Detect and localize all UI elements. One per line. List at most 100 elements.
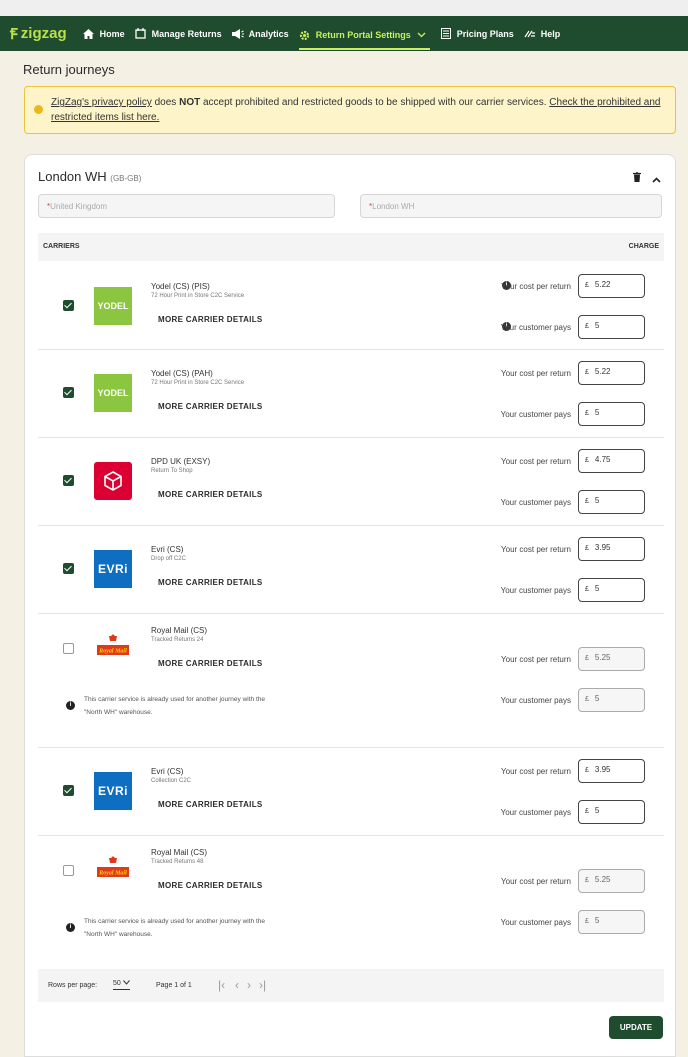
pays-input[interactable]: £5 [578, 402, 645, 426]
alert-text-2: accept prohibited and restricted goods t… [200, 97, 550, 108]
nav-return-portal-settings[interactable]: Return Portal Settings [298, 22, 430, 50]
zigzag-logo[interactable]: Ꞙ zigzag [10, 24, 67, 44]
currency-symbol: £ [585, 545, 589, 552]
carrier-name: Royal Mail (CS) [151, 848, 208, 857]
carrier-checkbox[interactable] [63, 563, 74, 574]
more-carrier-details-link[interactable]: MORE CARRIER DETAILS [158, 578, 263, 587]
carrier-checkbox[interactable] [63, 643, 74, 654]
carrier-service: Drop off C2C [151, 556, 186, 562]
help-icon [524, 28, 536, 40]
more-carrier-details-link[interactable]: MORE CARRIER DETAILS [158, 800, 263, 809]
pays-input[interactable]: £5 [578, 578, 645, 602]
currency-symbol: £ [585, 586, 589, 593]
royal-mail-logo: Royal Mail [94, 851, 132, 889]
carrier-name: Yodel (CS) (PAH) [151, 369, 213, 378]
royal-mail-logo-text: Royal Mail [98, 871, 127, 877]
cost-label: Your cost per return [501, 877, 571, 886]
currency-symbol: £ [585, 410, 589, 417]
more-carrier-details-link[interactable]: MORE CARRIER DETAILS [158, 659, 263, 668]
update-button[interactable]: UPDATE [609, 1016, 663, 1039]
cost-label: Your cost per return [501, 369, 571, 378]
more-carrier-details-link[interactable]: MORE CARRIER DETAILS [158, 402, 263, 411]
cost-input[interactable]: £3.95 [578, 759, 645, 783]
evri-logo: EVRi [94, 772, 132, 810]
royal-mail-logo: Royal Mail [94, 629, 132, 667]
carrier-row: EVRi Evri (CS) Collection C2C MORE CARRI… [38, 748, 664, 836]
pays-label: Your customer pays [500, 918, 571, 927]
more-carrier-details-link[interactable]: MORE CARRIER DETAILS [158, 490, 263, 499]
journey-card: London WH (GB-GB) *United Kingdom *Londo… [24, 154, 676, 1057]
privacy-policy-link[interactable]: ZigZag's privacy policy [51, 97, 152, 108]
top-nav: Ꞙ zigzag Home Manage Returns Analytics R… [0, 16, 688, 51]
rows-per-page-label: Rows per page: [48, 982, 98, 989]
cost-value: 4.75 [594, 455, 611, 464]
cost-label: Your cost per return [501, 655, 571, 664]
cost-input[interactable]: £4.75 [578, 449, 645, 473]
alert-text-1: does [151, 97, 180, 108]
pays-input: £5 [578, 688, 645, 712]
page-indicator: Page 1 of 1 [156, 982, 192, 989]
nav-manage-returns-label: Manage Returns [151, 28, 222, 39]
carrier-checkbox[interactable] [63, 300, 74, 311]
currency-symbol: £ [585, 767, 589, 774]
carrier-checkbox[interactable] [63, 785, 74, 796]
cost-value: 5.25 [594, 653, 611, 662]
cost-input[interactable]: £5.22 [578, 361, 645, 385]
nav-analytics[interactable]: Analytics [231, 16, 289, 51]
cost-input[interactable]: £3.95 [578, 537, 645, 561]
info-icon: i [66, 923, 75, 932]
warning-line-1: This carrier service is already used for… [84, 696, 265, 703]
pays-input[interactable]: £5 [578, 315, 645, 339]
nav-pricing-plans[interactable]: Pricing Plans [440, 16, 514, 51]
pays-label: Your customer pays [500, 808, 571, 817]
warehouse-placeholder: London WH [372, 202, 415, 211]
currency-symbol: £ [585, 877, 589, 884]
trash-icon[interactable] [633, 169, 641, 187]
first-page-icon[interactable]: |‹ [218, 978, 225, 992]
pays-input[interactable]: £5 [578, 800, 645, 824]
more-carrier-details-link[interactable]: MORE CARRIER DETAILS [158, 881, 263, 890]
returns-icon [135, 28, 147, 40]
nav-home[interactable]: Home [83, 16, 125, 51]
carrier-row: Royal Mail Royal Mail (CS) Tracked Retur… [38, 614, 664, 748]
cost-value: 5.22 [594, 367, 611, 376]
pays-input[interactable]: £5 [578, 490, 645, 514]
table-pagination: Rows per page: 50 Page 1 of 1 |‹ ‹ › ›| [38, 969, 664, 1002]
carrier-checkbox[interactable] [63, 387, 74, 398]
currency-symbol: £ [585, 457, 589, 464]
carrier-name: DPD UK (EXSY) [151, 457, 211, 466]
currency-symbol: £ [585, 498, 589, 505]
currency-symbol: £ [585, 918, 589, 925]
carrier-warning: This carrier service is already used for… [84, 915, 344, 941]
carrier-name: Yodel (CS) (PIS) [151, 282, 210, 291]
alert-bold: NOT [179, 97, 201, 108]
pays-label: Your customer pays [500, 323, 571, 332]
nav-manage-returns[interactable]: Manage Returns [135, 16, 222, 51]
cost-label: Your cost per return [501, 545, 571, 554]
more-carrier-details-link[interactable]: MORE CARRIER DETAILS [158, 315, 263, 324]
warning-dot-icon [34, 105, 43, 114]
warehouse-select[interactable]: *London WH [360, 194, 662, 218]
rows-per-page-value: 50 [113, 980, 121, 987]
carrier-row: YODEL Yodel (CS) (PIS) 72 Hour Print in … [38, 262, 664, 350]
nav-help-label: Help [540, 28, 561, 39]
pays-label: Your customer pays [500, 586, 571, 595]
carrier-service: Collection C2C [151, 778, 192, 784]
carrier-checkbox[interactable] [63, 475, 74, 486]
pays-label: Your customer pays [500, 410, 571, 419]
cost-label: Your cost per return [501, 767, 571, 776]
carrier-checkbox[interactable] [63, 865, 74, 876]
prev-page-icon[interactable]: ‹ [235, 978, 239, 992]
carrier-name: Evri (CS) [151, 767, 184, 776]
next-page-icon[interactable]: › [247, 978, 251, 992]
last-page-icon[interactable]: ›| [259, 978, 266, 992]
nav-help[interactable]: Help [524, 16, 561, 51]
warning-line-2: "North WH" warehouse. [84, 709, 153, 716]
collapse-chevron-icon[interactable] [652, 170, 661, 188]
yodel-logo: YODEL [94, 374, 132, 412]
country-select[interactable]: *United Kingdom [38, 194, 335, 218]
rows-per-page-select[interactable]: 50 [113, 980, 130, 990]
logo-text: zigzag [20, 25, 67, 42]
dpd-logo-icon [94, 462, 132, 500]
cost-input[interactable]: £5.22 [578, 274, 645, 298]
